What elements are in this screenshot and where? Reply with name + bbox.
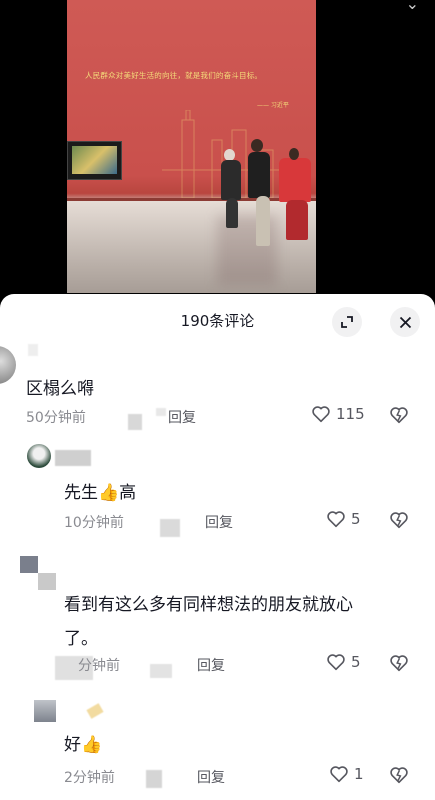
- comment-text-line1: 看到有这么多有同样想法的朋友就放心: [64, 595, 353, 615]
- close-icon: [399, 316, 411, 328]
- like-button[interactable]: 1: [328, 763, 364, 785]
- expand-icon: [341, 316, 353, 328]
- heart-icon: [312, 406, 330, 423]
- wall-signature: —— 习近平: [257, 102, 289, 109]
- expand-button[interactable]: [332, 307, 362, 337]
- reply-button[interactable]: 回复: [197, 767, 225, 787]
- thumbs-up-emoji: 👍: [81, 735, 103, 755]
- person: [221, 160, 241, 200]
- heart-icon: [330, 766, 348, 783]
- thumbs-up-emoji: 👍: [98, 483, 120, 503]
- avatar[interactable]: [27, 444, 51, 468]
- like-count: 115: [336, 405, 365, 423]
- heart-icon: [327, 511, 345, 528]
- dislike-icon[interactable]: [388, 652, 410, 674]
- comment-time: 10分钟前: [64, 515, 124, 531]
- comment-text-line2: 了。: [64, 629, 98, 649]
- avatar[interactable]: [0, 346, 16, 384]
- like-button[interactable]: 5: [325, 508, 361, 530]
- comment-time: 50分钟前: [26, 410, 86, 426]
- like-button[interactable]: 115: [310, 403, 365, 425]
- comment-time: 分钟前: [78, 658, 120, 674]
- comment-text: 好👍: [64, 735, 103, 755]
- wall-slogan: 人民群众对美好生活的向往，就是我们的奋斗目标。: [85, 71, 263, 80]
- person-head: [251, 139, 263, 152]
- pen-sticker: [86, 703, 104, 719]
- comment-text: 先生👍高: [64, 483, 137, 503]
- person-group: [279, 158, 311, 202]
- wall-screen: [67, 141, 122, 180]
- comment-count-title: 190条评论: [180, 312, 255, 330]
- avatar[interactable]: [34, 700, 56, 722]
- person: [248, 152, 270, 198]
- comment-time: 2分钟前: [64, 770, 115, 786]
- more-icon[interactable]: ⌄: [406, 0, 419, 13]
- like-count: 5: [351, 510, 361, 528]
- like-count: 1: [354, 765, 364, 783]
- close-button[interactable]: [390, 307, 420, 337]
- video-frame: 人民群众对美好生活的向往，就是我们的奋斗目标。 —— 习近平: [67, 0, 316, 293]
- reply-button[interactable]: 回复: [168, 407, 196, 427]
- floor: [67, 201, 316, 293]
- like-count: 5: [351, 653, 361, 671]
- dislike-icon[interactable]: [388, 764, 410, 786]
- heart-icon: [327, 654, 345, 671]
- reply-button[interactable]: 回复: [205, 512, 233, 532]
- video-area[interactable]: 人民群众对美好生活的向往，就是我们的奋斗目标。 —— 习近平 ⌄: [0, 0, 435, 300]
- avatar[interactable]: [20, 556, 56, 590]
- comment-text: 区榻么嘚: [26, 379, 94, 399]
- dislike-icon[interactable]: [388, 404, 410, 426]
- dislike-icon[interactable]: [388, 509, 410, 531]
- like-button[interactable]: 5: [325, 651, 361, 673]
- reply-button[interactable]: 回复: [197, 655, 225, 675]
- comment-sheet: 190条评论 区榻么嘚 50分钟前 回复 115 先生👍高 10分钟前 回复 5…: [0, 294, 435, 800]
